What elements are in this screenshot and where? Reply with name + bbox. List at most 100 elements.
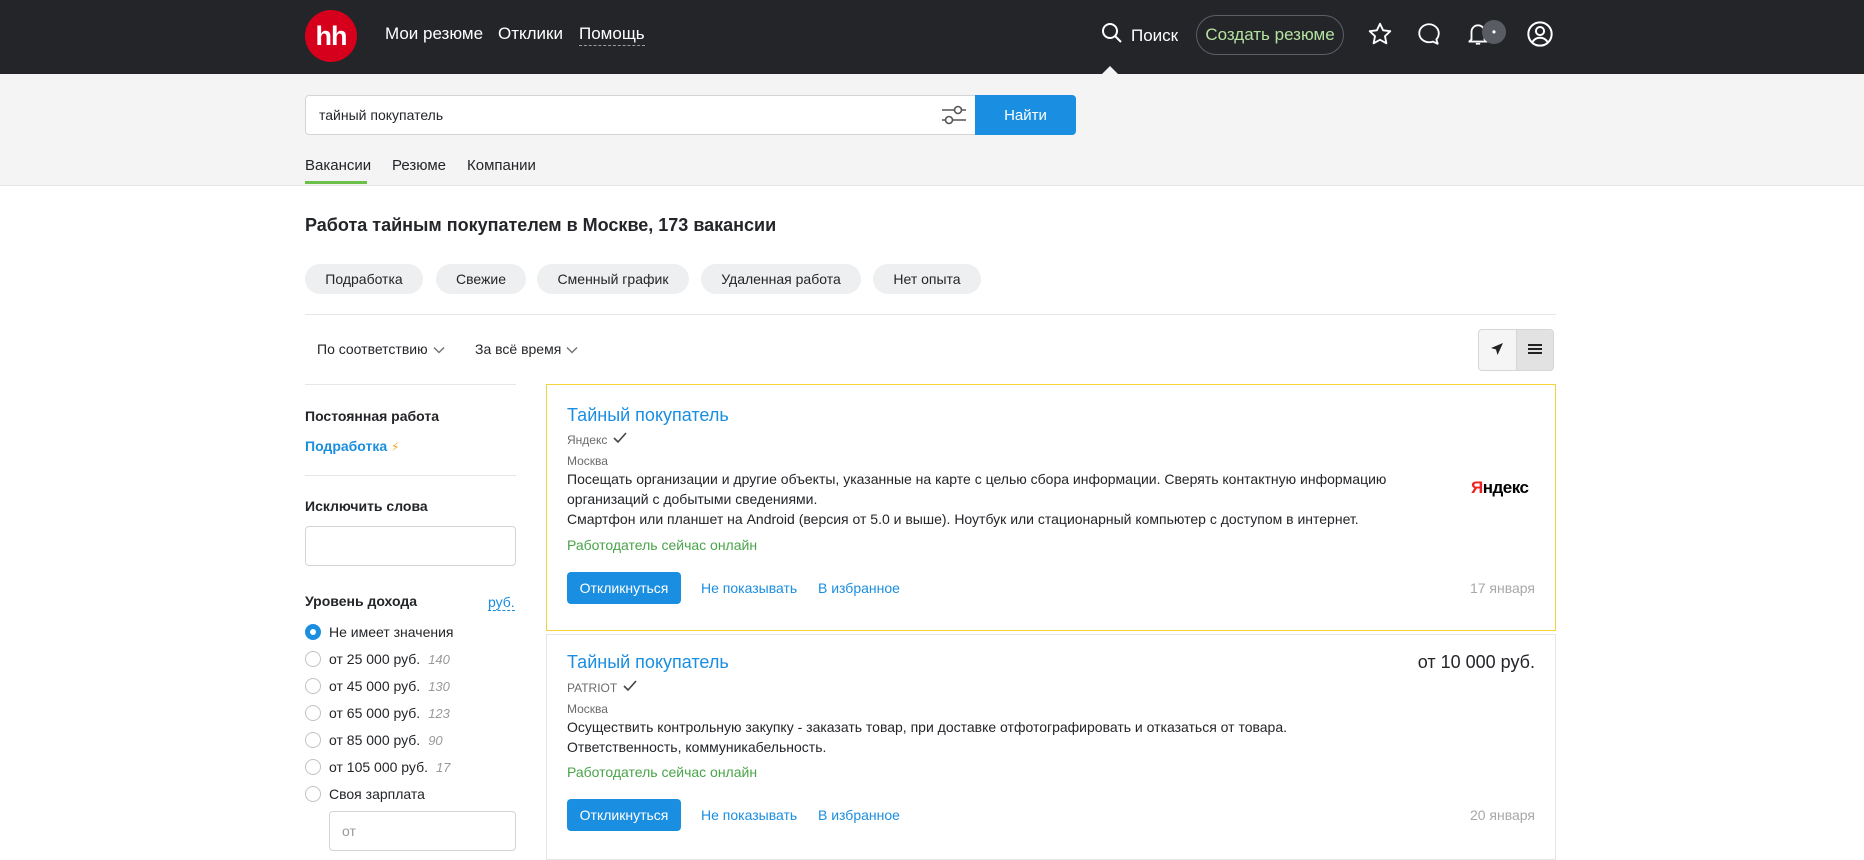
income-option[interactable]: от 45 000 руб. 130: [305, 676, 450, 696]
chip-fresh[interactable]: Свежие: [436, 264, 526, 294]
income-option-label: от 45 000 руб.: [329, 678, 421, 694]
income-option-count: 123: [428, 705, 450, 721]
income-option[interactable]: от 25 000 руб. 140: [305, 649, 450, 669]
vacancy-city: Москва: [567, 702, 608, 716]
nav-help[interactable]: Помощь: [579, 24, 645, 46]
income-option[interactable]: от 105 000 руб. 17: [305, 757, 450, 777]
company-link[interactable]: Яндекс: [567, 432, 627, 447]
vacancy-card: Тайный покупатель Яндекс Москва Посещать…: [546, 384, 1556, 631]
vacancy-date: 20 января: [1469, 807, 1535, 823]
exclude-words-input[interactable]: [305, 526, 516, 566]
notifications-badge[interactable]: •: [1482, 20, 1506, 44]
apply-button[interactable]: Откликнуться: [567, 799, 681, 831]
list-view-button[interactable]: [1515, 330, 1553, 370]
top-navigation-bar: [0, 0, 1864, 74]
chevron-down-icon: [433, 341, 445, 357]
sort-label: По соответствию: [317, 341, 428, 357]
radio-button[interactable]: [305, 678, 321, 694]
income-option-count: 130: [428, 678, 450, 694]
add-to-favorites-link[interactable]: В избранное: [818, 807, 900, 823]
chip-remote[interactable]: Удаленная работа: [701, 264, 861, 294]
sort-dropdown[interactable]: По соответствию: [317, 341, 445, 357]
map-view-button[interactable]: [1479, 330, 1516, 370]
company-link[interactable]: PATRIOT: [567, 680, 637, 695]
vacancy-title-link[interactable]: Тайный покупатель: [567, 405, 729, 426]
hide-vacancy-link[interactable]: Не показывать: [701, 580, 797, 596]
vacancy-date: 17 января: [1469, 580, 1535, 596]
radio-button[interactable]: [305, 651, 321, 667]
income-option-count: 90: [428, 732, 443, 748]
verified-check-icon: [623, 680, 637, 695]
nav-search[interactable]: Поиск: [1101, 22, 1178, 49]
income-option[interactable]: Не имеет значения: [305, 622, 453, 642]
company-logo[interactable]: Яндекс: [1471, 478, 1529, 498]
nav-search-label: Поиск: [1131, 25, 1179, 45]
radio-button[interactable]: [305, 759, 321, 775]
income-option-count: 17: [435, 759, 451, 775]
part-time-label: Подработка: [305, 438, 388, 454]
chat-icon[interactable]: [1415, 20, 1443, 48]
chip-part-time[interactable]: Подработка: [305, 264, 423, 294]
vacancy-responsibility: Посещать организации и другие объекты, у…: [567, 471, 1387, 507]
vacancy-description: Посещать организации и другие объекты, у…: [567, 469, 1457, 529]
lightning-icon: ⚡: [391, 440, 400, 454]
vacancy-responsibility: Осуществить контрольную закупку - заказа…: [567, 719, 1288, 735]
hh-logo[interactable]: hh: [305, 10, 357, 62]
vacancy-title-link[interactable]: Тайный покупатель: [567, 652, 729, 673]
chip-no-experience[interactable]: Нет опыта: [873, 264, 981, 294]
hide-vacancy-link[interactable]: Не показывать: [701, 807, 797, 823]
income-option-label: от 85 000 руб.: [329, 732, 421, 748]
divider: [305, 384, 516, 385]
employer-online-status: Работодатель сейчас онлайн: [567, 764, 758, 780]
income-option-label: от 25 000 руб.: [329, 651, 421, 667]
period-dropdown[interactable]: За всё время: [475, 341, 578, 357]
tab-vacancies[interactable]: Вакансии: [305, 157, 371, 174]
active-nav-caret: [1102, 66, 1118, 74]
income-option-label: Не имеет значения: [329, 624, 454, 640]
chip-shift-schedule[interactable]: Сменный график: [537, 264, 689, 294]
verified-check-icon: [613, 432, 627, 447]
advanced-search-icon[interactable]: [940, 103, 968, 127]
divider: [305, 475, 516, 476]
employment-title: Постоянная работа: [305, 408, 440, 424]
create-resume-button[interactable]: Создать резюме: [1196, 15, 1344, 55]
view-toggle: [1478, 329, 1554, 371]
income-option-label: от 105 000 руб.: [329, 759, 428, 775]
profile-icon[interactable]: [1526, 20, 1554, 48]
nav-my-resumes[interactable]: Мои резюме: [385, 24, 483, 44]
apply-button[interactable]: Откликнуться: [567, 572, 681, 604]
radio-button[interactable]: [305, 732, 321, 748]
income-option-label: от 65 000 руб.: [329, 705, 421, 721]
period-label: За всё время: [475, 341, 562, 357]
find-button[interactable]: Найти: [975, 95, 1076, 135]
vacancy-description: Осуществить контрольную закупку - заказа…: [567, 717, 1457, 757]
search-icon: [1101, 22, 1123, 49]
radio-button[interactable]: [305, 624, 321, 640]
divider: [305, 314, 1556, 315]
vacancy-city: Москва: [567, 454, 608, 468]
nav-responses[interactable]: Отклики: [498, 24, 563, 44]
income-option-label: Своя зарплата: [329, 786, 425, 802]
employer-online-status: Работодатель сейчас онлайн: [567, 537, 758, 553]
vacancy-salary: от 10 000 руб.: [1417, 652, 1535, 672]
own-salary-input[interactable]: от: [329, 811, 516, 851]
income-option[interactable]: от 85 000 руб. 90: [305, 730, 443, 750]
vacancy-requirement: Ответственность, коммуникабельность.: [567, 739, 827, 755]
income-option[interactable]: от 65 000 руб. 123: [305, 703, 450, 723]
company-name: PATRIOT: [567, 680, 618, 695]
radio-button[interactable]: [305, 786, 321, 802]
part-time-link[interactable]: Подработка ⚡: [305, 438, 399, 454]
exclude-words-title: Исключить слова: [305, 498, 428, 514]
vacancy-requirement: Смартфон или планшет на Android (версия …: [567, 511, 1359, 527]
page-title: Работа тайным покупателем в Москве, 173 …: [305, 215, 777, 235]
tab-resumes[interactable]: Резюме: [392, 157, 446, 174]
add-to-favorites-link[interactable]: В избранное: [818, 580, 900, 596]
income-option[interactable]: Своя зарплата: [305, 784, 425, 804]
search-query-input[interactable]: тайный покупатель: [305, 95, 976, 135]
tab-companies[interactable]: Компании: [467, 157, 536, 174]
currency-switch[interactable]: руб.: [488, 594, 515, 611]
star-icon[interactable]: [1366, 20, 1394, 48]
chevron-down-icon: [566, 341, 578, 357]
radio-button[interactable]: [305, 705, 321, 721]
income-title: Уровень дохода: [305, 593, 418, 609]
